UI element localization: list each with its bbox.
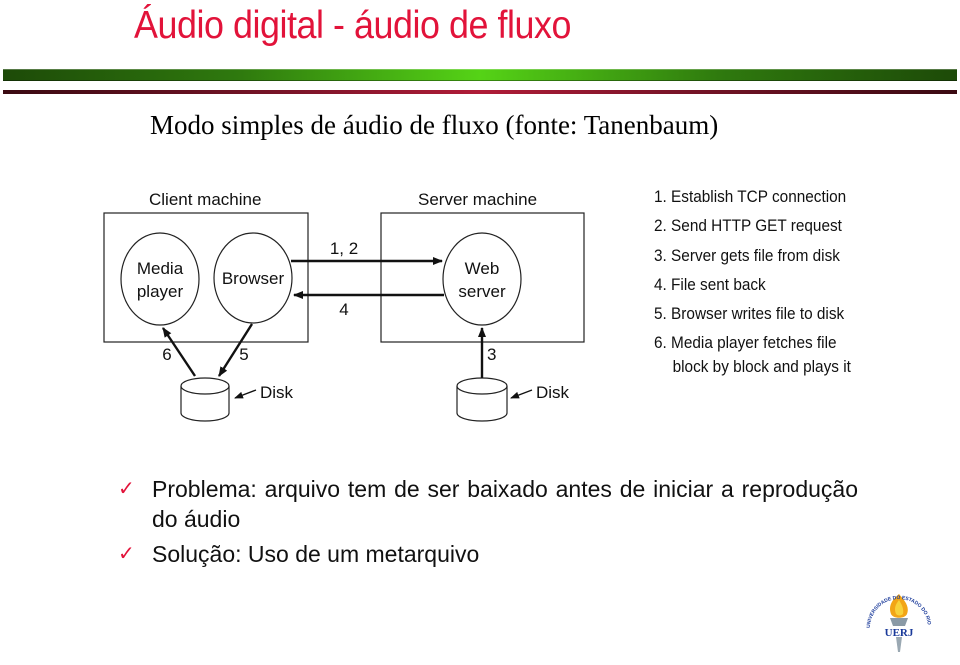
server-disk-label: Disk [536,383,570,402]
browser-to-disk-label: 5 [239,345,248,364]
server-machine-label: Server machine [418,190,537,209]
client-machine-label: Client machine [149,190,261,209]
checkmark-icon: ✓ [118,478,135,500]
bullet-item: ✓ Solução: Uso de um metarquivo [118,539,858,569]
bullet-item: ✓ Problema: arquivo tem de ser baixado a… [118,474,858,534]
checkmark-icon: ✓ [118,543,135,565]
client-disk-label: Disk [260,383,294,402]
torch-cup-icon [890,618,908,626]
disk-to-player-label: 6 [162,345,171,364]
media-player-label-1: Media [137,259,184,278]
bullet-text: Solução: Uso de um metarquivo [152,541,480,567]
step-item: 1. Establish TCP connection [654,188,847,206]
step-item-continuation: block by block and plays it [672,358,851,377]
disk-to-server-label: 3 [487,345,496,364]
steps-list: 1. Establish TCP connection 2. Send HTTP… [654,188,851,377]
step-item: 4. File sent back [654,275,766,294]
uerj-logo: UERJ UNIVERSIDADE DO ESTADO DO RIO DE JA… [858,588,932,652]
step-item: 2. Send HTTP GET request [654,217,842,236]
torch-handle-icon [896,637,902,652]
client-disk-icon [180,377,230,422]
step-item: 5. Browser writes file to disk [654,305,845,324]
response-arrow-label: 4 [339,300,348,319]
request-arrow-label: 1, 2 [330,239,358,258]
step-item: 6. Media player fetches file [654,334,837,353]
bullet-text: Problema: arquivo tem de ser baixado ant… [152,476,858,532]
web-server-node [442,232,522,326]
web-server-label-1: Web [465,259,500,278]
server-disk-icon [456,377,508,422]
bullet-list: ✓ Problema: arquivo tem de ser baixado a… [118,474,858,574]
step-item: 3. Server gets file from disk [654,246,840,265]
server-disk-pointer [510,389,533,399]
web-server-label-2: server [458,282,506,301]
media-player-label-2: player [137,282,184,301]
browser-label: Browser [222,269,285,288]
media-player-node [120,232,200,326]
logo-name: UERJ [885,627,914,639]
client-disk-pointer [234,389,257,399]
